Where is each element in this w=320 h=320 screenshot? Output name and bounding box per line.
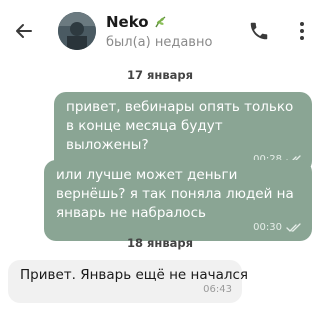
chat-header: Neko был(а) недавно (0, 0, 320, 62)
date-separator: 18 января (127, 236, 193, 250)
phone-icon[interactable] (248, 20, 270, 42)
date-separator: 17 января (127, 68, 193, 82)
back-arrow-icon[interactable] (14, 21, 34, 41)
message-text: привет, вебинары опять только в конце ме… (66, 99, 294, 153)
contact-status: был(а) недавно (106, 35, 213, 50)
contact-name-text: Neko (106, 13, 149, 31)
message-meta: 00:30 (253, 218, 302, 237)
herb-emoji-icon (154, 16, 166, 28)
double-check-icon (286, 222, 301, 232)
message-bubble-outgoing[interactable]: или лучше может деньги вернёшь? я так по… (44, 160, 312, 241)
contact-name[interactable]: Neko (106, 13, 167, 31)
message-text: или лучше может деньги вернёшь? я так по… (56, 167, 294, 221)
message-time: 00:30 (253, 222, 282, 233)
more-menu-icon[interactable] (292, 20, 312, 42)
message-bubble-incoming[interactable]: Привет. Январь ещё не начался 06:43 (8, 260, 248, 303)
message-meta: 06:43 (203, 280, 232, 299)
message-time: 06:43 (203, 284, 232, 295)
avatar[interactable] (58, 12, 96, 50)
